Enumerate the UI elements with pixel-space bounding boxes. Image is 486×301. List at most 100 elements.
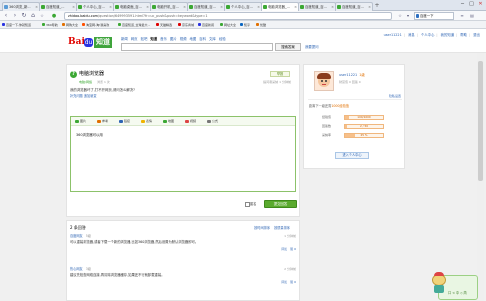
sidebar-username[interactable]: user11221 1级	[339, 73, 365, 78]
baidu-zhidao-logo[interactable]: Bai du 知道	[68, 37, 118, 49]
close-tab-icon[interactable]: ×	[331, 3, 334, 11]
toolbar-button[interactable]: 表情	[141, 118, 152, 125]
menu-icon[interactable]: ≡	[458, 12, 466, 20]
nav-link[interactable]: 贴吧	[141, 37, 148, 41]
shield-icon[interactable]: ●	[50, 12, 58, 20]
privacy-link[interactable]: 隐私设置	[389, 94, 401, 98]
supplement-link[interactable]: 补充问题 追加悬赏	[70, 94, 97, 99]
browser-tab[interactable]: 电脑开机_百... ×	[150, 2, 188, 11]
back-button[interactable]: ‹	[2, 12, 10, 20]
report-button[interactable]: 举报	[270, 71, 290, 77]
like-button[interactable]: 赞 0	[290, 247, 296, 251]
bookmark-item[interactable]: 百度知道_全球最大...	[118, 22, 150, 28]
user-link[interactable]: 退出	[473, 33, 480, 37]
comment-link[interactable]: 评论	[281, 280, 287, 284]
nav-link[interactable]: 音乐	[160, 37, 167, 41]
ask-question-link[interactable]: 我要提问	[305, 45, 319, 49]
user-link[interactable]: 消息	[408, 33, 415, 37]
like-button[interactable]: 赞 0	[290, 280, 296, 284]
browser-tab[interactable]: 电脑桌面_百... ×	[113, 2, 151, 11]
toolbar-button[interactable]: 图片	[75, 118, 86, 125]
user-link[interactable]: 个人中心	[421, 33, 435, 37]
close-tab-icon[interactable]: ×	[294, 3, 297, 11]
dropdown-icon[interactable]: ▾	[404, 12, 412, 20]
bookmark-item[interactable]: 360导航	[42, 22, 58, 28]
toolbar-button[interactable]: 视频	[185, 118, 196, 125]
bookmark-item[interactable]: 百度新闻	[198, 22, 214, 28]
browser-tab[interactable]: 电脑浏览器_... ×	[261, 2, 299, 11]
nav-link[interactable]: 视频	[180, 37, 187, 41]
browser-tab[interactable]: 个人中心_百... ×	[224, 2, 262, 11]
address-bar[interactable]: zhidao.baidu.com/question/649993591.html…	[64, 12, 392, 20]
mascot-icon[interactable]	[430, 272, 448, 294]
anonymous-checkbox[interactable]: 匿名	[245, 201, 256, 207]
bookmark-item[interactable]: 网购大全	[62, 22, 78, 28]
answer-username[interactable]: 百度网友	[70, 234, 83, 238]
nav-link[interactable]: 文库	[209, 37, 216, 41]
extension-icon[interactable]: ▤	[468, 12, 476, 20]
answer-username[interactable]: 热心网友	[70, 267, 83, 271]
answer-user[interactable]: 百度网友 5级	[70, 234, 91, 239]
question-category[interactable]: 电脑/网络	[79, 80, 92, 84]
bookmark-item[interactable]: 百度一下,你就知道	[2, 22, 31, 28]
toolbar-button[interactable]: 地图	[163, 118, 174, 125]
comment-link[interactable]: 评论	[281, 247, 287, 251]
browser-tab[interactable]: 百度知道_... ×	[39, 2, 77, 11]
toolbar-button[interactable]: 链接	[119, 118, 130, 125]
scrollbar[interactable]	[477, 53, 484, 301]
bookmark-item[interactable]: 网址大全	[220, 22, 236, 28]
answer-editor[interactable]: 图片 参考 链接 表情 地图 视频 公式 360浏览器可以用	[70, 116, 296, 192]
floating-widget[interactable]: 口 < 中 ◇ 简	[430, 272, 480, 300]
search-answers-button[interactable]: 搜索答案	[275, 43, 301, 51]
browser-tab[interactable]: 360浏览_新... ×	[2, 2, 40, 11]
bookmark-page-icon[interactable]: ☆	[396, 12, 404, 20]
nav-link[interactable]: 经验	[219, 37, 226, 41]
bookmark-item[interactable]: 优酷	[256, 22, 266, 28]
close-tab-icon[interactable]: ×	[183, 3, 186, 11]
sort-link[interactable]: 按质量排序	[274, 226, 290, 230]
avatar[interactable]	[314, 71, 334, 91]
answer-user[interactable]: 热心网友 3级	[70, 267, 91, 272]
nav-link[interactable]: 网页	[131, 37, 138, 41]
toolbar-button[interactable]: 参考	[97, 118, 108, 125]
bookmark-item[interactable]: 淘宝网-淘!我喜欢	[82, 22, 109, 28]
nav-link[interactable]: 新闻	[121, 37, 128, 41]
user-link[interactable]: 帮助	[460, 33, 467, 37]
toolbar-button[interactable]: 公式	[207, 118, 218, 125]
browser-tab[interactable]: 个人中心_百... ×	[76, 2, 114, 11]
close-tab-icon[interactable]: ×	[257, 3, 260, 11]
nav-link[interactable]: 地图	[189, 37, 196, 41]
close-tab-icon[interactable]: ×	[72, 3, 75, 11]
search-input[interactable]	[121, 43, 273, 51]
close-tab-icon[interactable]: ×	[146, 3, 149, 11]
nav-link[interactable]: 图片	[170, 37, 177, 41]
close-tab-icon[interactable]: ×	[368, 3, 371, 11]
answer-text[interactable]: 360浏览器可以用	[76, 133, 103, 138]
browser-tab[interactable]: 百度知道_百... ×	[187, 2, 225, 11]
home-icon[interactable]: ⌂	[29, 12, 37, 20]
close-window-button[interactable]: ✕	[476, 0, 485, 9]
minimize-button[interactable]: ─	[458, 0, 467, 9]
nav-link[interactable]: 知道	[150, 37, 157, 41]
close-tab-icon[interactable]: ×	[109, 3, 112, 11]
maximize-button[interactable]: □	[467, 0, 476, 9]
scrollbar-thumb[interactable]	[478, 61, 483, 181]
close-tab-icon[interactable]: ×	[220, 3, 223, 11]
enter-profile-button[interactable]: 进入个人中心	[335, 152, 369, 159]
forward-button[interactable]: ›	[11, 12, 19, 20]
browser-tab[interactable]: 百度知道_百... ×	[298, 2, 336, 11]
bookmark-item[interactable]: 知乎	[240, 22, 250, 28]
browser-tab[interactable]: 百度知道_百... ×	[335, 2, 373, 11]
new-tab-button[interactable]: +	[374, 3, 380, 10]
submit-answer-button[interactable]: 提交回答	[264, 200, 297, 208]
user-link[interactable]: user11221	[384, 33, 402, 37]
reload-icon[interactable]: ↻	[20, 12, 28, 20]
sort-link[interactable]: 按时间排序	[254, 226, 270, 230]
username-text[interactable]: user11221	[339, 73, 357, 77]
bookmark-item[interactable]: 天猫精选	[156, 22, 172, 28]
user-link[interactable]: 我的知道	[441, 33, 455, 37]
browser-search-box[interactable]: 百度一下	[414, 12, 454, 20]
nav-link[interactable]: 百科	[199, 37, 206, 41]
bookmark-item[interactable]: 京东商城	[178, 22, 194, 28]
close-tab-icon[interactable]: ×	[35, 3, 38, 11]
